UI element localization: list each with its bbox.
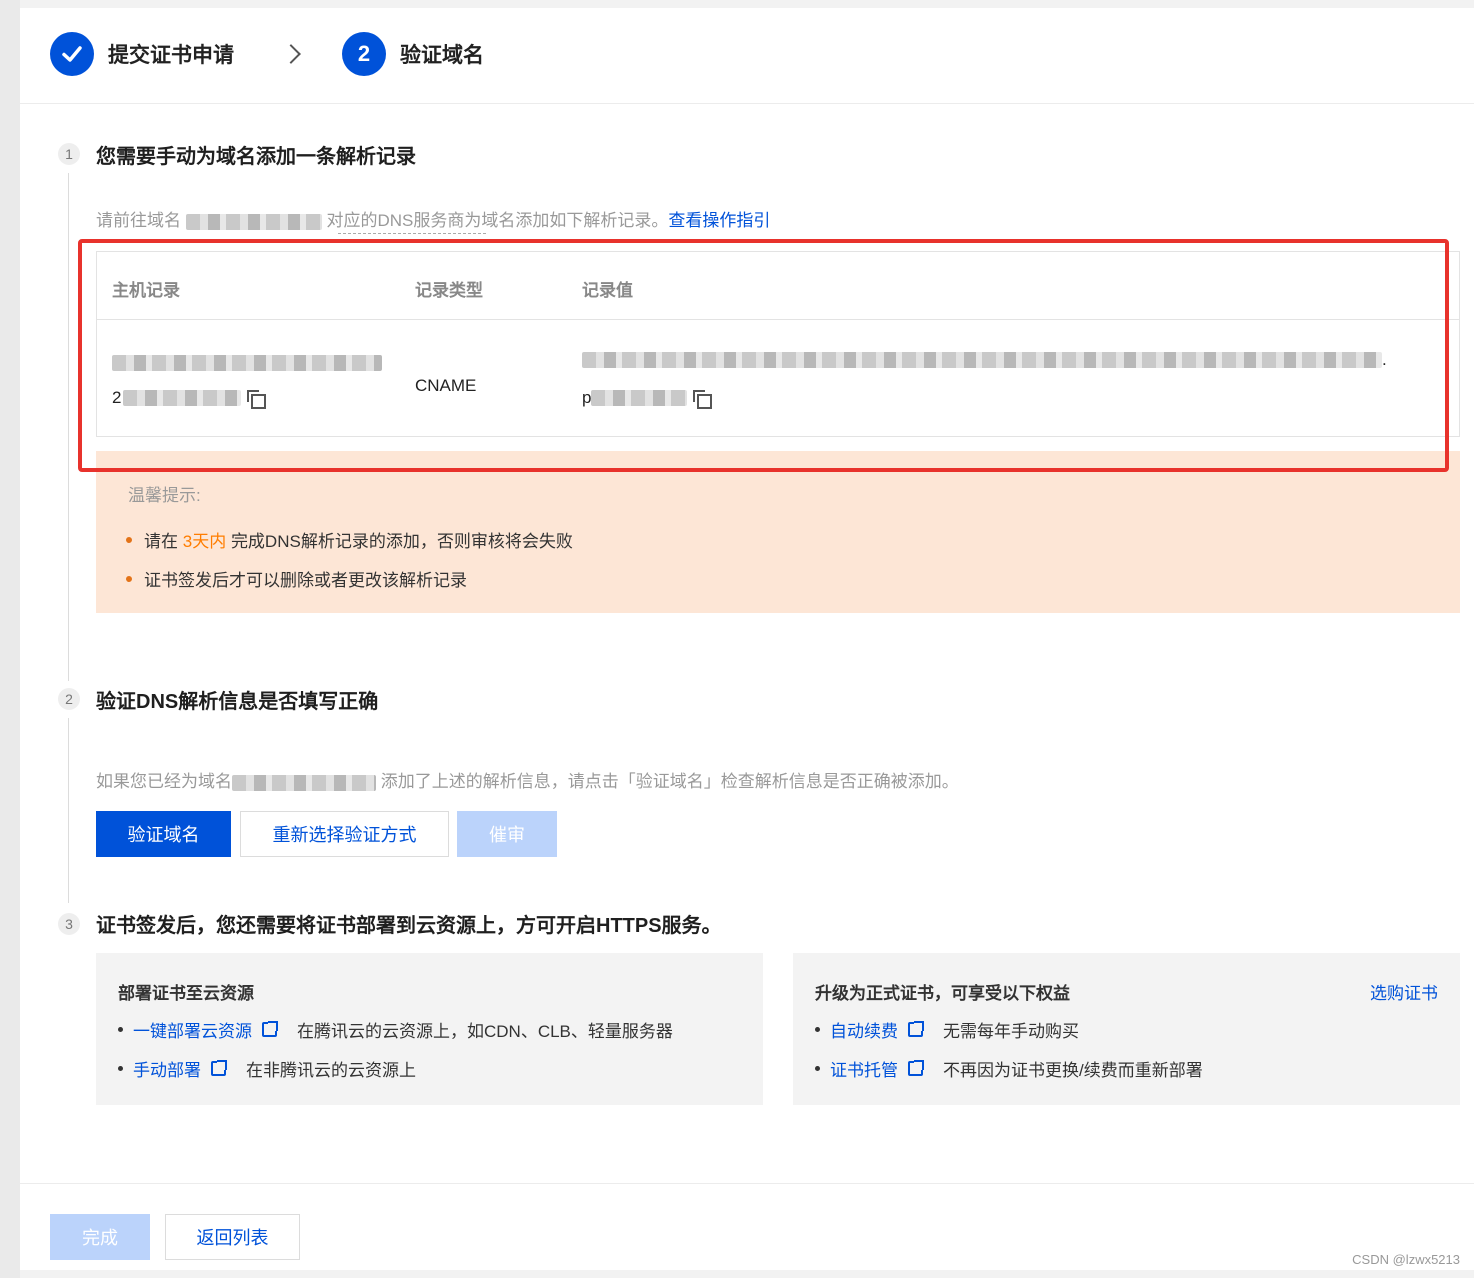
bullet-icon (118, 1066, 123, 1071)
host-record-line1 (112, 352, 382, 372)
th-host-record: 主机记录 (112, 281, 180, 300)
cert-hosting-link[interactable]: 证书托管 (830, 1056, 898, 1081)
section3-title: 证书签发后，您还需要将证书部署到云资源上，方可开启HTTPS服务。 (96, 915, 722, 937)
tip-item2-text: 证书签发后才可以删除或者更改该解析记录 (144, 571, 467, 590)
deploy-item2-text: 在非腾讯云的云资源上 (246, 1061, 416, 1080)
external-link-icon[interactable] (908, 1021, 924, 1037)
bullet-icon (815, 1066, 820, 1071)
guide-link[interactable]: 查看操作指引 (668, 211, 770, 230)
section2-desc: 如果您已经为域名 添加了上述的解析信息，请点击「验证域名」检查解析信息是否正确被… (96, 767, 959, 792)
bullet-icon (126, 575, 132, 582)
domain-underline (338, 233, 486, 234)
tip-item1-highlight: 3天内 (182, 532, 227, 551)
redacted-record-value (582, 352, 1382, 368)
deploy-card: 部署证书至云资源 一键部署云资源 在腾讯云的云资源上，如CDN、CLB、轻量服务… (96, 953, 763, 1105)
auto-renew-link[interactable]: 自动续费 (830, 1017, 898, 1042)
record-value-line2: p (582, 388, 713, 409)
step1-label: 提交证书申请 (108, 44, 234, 67)
th-record-type: 记录类型 (415, 281, 483, 300)
urge-review-button[interactable]: 催审 (457, 811, 557, 857)
section1-title: 您需要手动为域名添加一条解析记录 (96, 146, 416, 168)
tip-item-1: 请在 3天内 完成DNS解析记录的添加，否则审核将会失败 (126, 527, 573, 552)
redacted-domain (232, 774, 376, 791)
tip-title: 温馨提示: (128, 486, 201, 505)
buy-certificate-link[interactable]: 选购证书 (1370, 979, 1438, 1004)
dns-record-table: 主机记录 记录类型 记录值 2 CNAME . p (96, 251, 1460, 437)
deploy-item1-text: 在腾讯云的云资源上，如CDN、CLB、轻量服务器 (297, 1022, 673, 1041)
done-button[interactable]: 完成 (50, 1214, 150, 1260)
one-click-deploy-link[interactable]: 一键部署云资源 (133, 1017, 252, 1042)
external-link-icon[interactable] (262, 1021, 278, 1037)
bullet-icon (815, 1027, 820, 1032)
step2-label: 验证域名 (400, 44, 484, 67)
upgrade-item-2: 证书托管 不再因为证书更换/续费而重新部署 (815, 1056, 1203, 1081)
watermark: CSDN @lzwx5213 (1352, 1252, 1460, 1267)
redacted-domain (185, 213, 322, 230)
section2-desc-suffix: 添加了上述的解析信息，请点击「验证域名」检查解析信息是否正确被添加。 (380, 772, 959, 791)
section2-desc-prefix: 如果您已经为域名 (96, 772, 232, 791)
section2-title: 验证DNS解析信息是否填写正确 (96, 691, 379, 713)
main-panel: 提交证书申请 2 验证域名 1 您需要手动为域名添加一条解析记录 请前往域名 对… (20, 8, 1474, 1270)
timeline-line-1 (68, 173, 69, 681)
copy-icon[interactable] (693, 390, 713, 409)
tip-item1-suffix: 完成DNS解析记录的添加，否则审核将会失败 (230, 532, 573, 551)
reselect-verification-button[interactable]: 重新选择验证方式 (240, 811, 449, 857)
timeline-line-2 (68, 718, 69, 903)
upgrade-card-title: 升级为正式证书，可享受以下权益 (815, 984, 1070, 1003)
upgrade-item1-text: 无需每年手动购买 (943, 1022, 1079, 1041)
footer-divider (20, 1183, 1474, 1184)
deploy-card-title: 部署证书至云资源 (118, 984, 254, 1003)
manual-deploy-link[interactable]: 手动部署 (133, 1056, 201, 1081)
table-header: 主机记录 记录类型 记录值 (97, 252, 1459, 320)
redacted-host-record (112, 354, 382, 371)
copy-icon[interactable] (247, 390, 267, 409)
upgrade-item2-text: 不再因为证书更换/续费而重新部署 (943, 1061, 1203, 1080)
bullet-icon (118, 1027, 123, 1032)
deploy-item-2: 手动部署 在非腾讯云的云资源上 (118, 1056, 416, 1081)
external-link-icon[interactable] (211, 1060, 227, 1076)
upgrade-card: 升级为正式证书，可享受以下权益 选购证书 自动续费 无需每年手动购买 证书托管 … (793, 953, 1460, 1105)
back-to-list-button[interactable]: 返回列表 (165, 1214, 300, 1260)
section2-number: 2 (58, 688, 80, 710)
tip-item1-prefix: 请在 (144, 532, 178, 551)
section1-desc-suffix: 对应的DNS服务商为域名添加如下解析记录。 (326, 211, 669, 230)
section1-desc-prefix: 请前往域名 (96, 211, 181, 230)
host-record-visible: 2 (112, 388, 122, 407)
step2-number: 2 (342, 32, 386, 76)
verify-domain-button[interactable]: 验证域名 (96, 811, 231, 857)
stepper: 提交证书申请 2 验证域名 (50, 30, 484, 78)
upgrade-item-1: 自动续费 无需每年手动购买 (815, 1017, 1079, 1042)
th-record-value: 记录值 (582, 281, 633, 300)
record-value-line1-tail: . (1382, 350, 1387, 369)
host-record-line2: 2 (112, 388, 267, 409)
record-value-line2-head: p (582, 388, 592, 407)
record-value-line1: . (582, 350, 1387, 370)
step1-check-icon (50, 32, 94, 76)
section1-desc: 请前往域名 对应的DNS服务商为域名添加如下解析记录。查看操作指引 (96, 206, 770, 231)
left-edge (0, 0, 20, 1278)
deploy-item-1: 一键部署云资源 在腾讯云的云资源上，如CDN、CLB、轻量服务器 (118, 1017, 673, 1042)
stepper-divider (20, 103, 1474, 104)
external-link-icon[interactable] (908, 1060, 924, 1076)
tip-item-2: 证书签发后才可以删除或者更改该解析记录 (126, 566, 467, 591)
section1-number: 1 (58, 143, 80, 165)
section3-number: 3 (58, 913, 80, 935)
record-type-value: CNAME (415, 376, 477, 395)
chevron-right-icon (281, 44, 301, 64)
tip-box: 温馨提示: 请在 3天内 完成DNS解析记录的添加，否则审核将会失败 证书签发后… (96, 451, 1460, 613)
redacted-record-value-tail (591, 390, 688, 406)
bullet-icon (126, 536, 132, 543)
redacted-host-record-tail (123, 390, 242, 406)
